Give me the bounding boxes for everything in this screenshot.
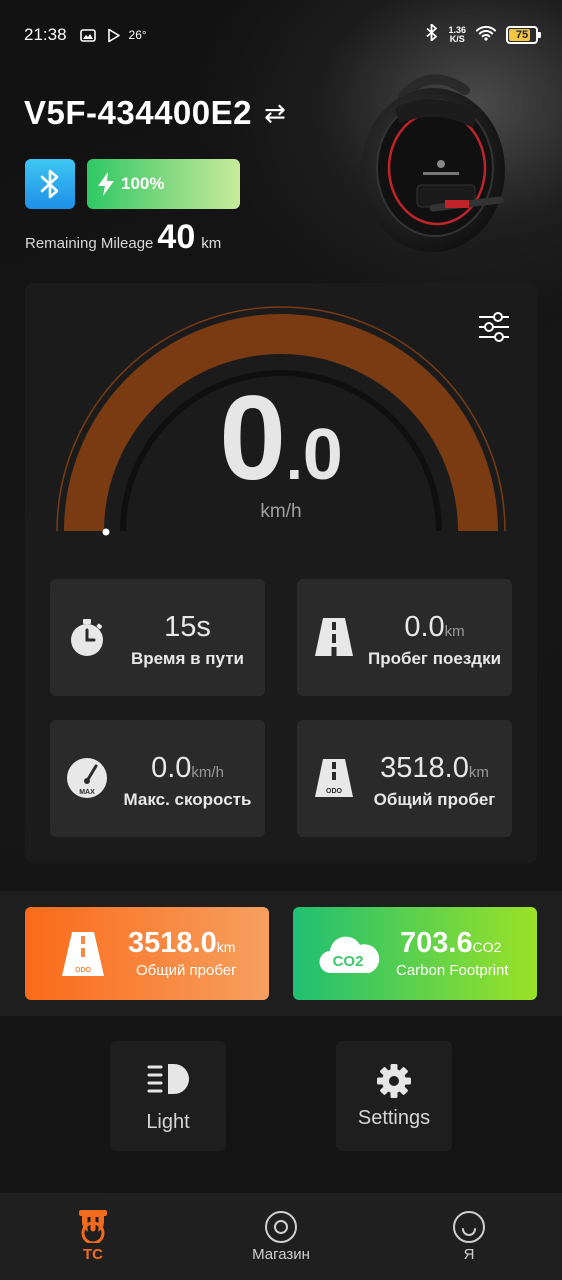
status-time: 21:38 xyxy=(24,25,67,44)
store-icon xyxy=(265,1211,297,1243)
stat-total-mileage-unit: km xyxy=(468,764,489,781)
network-speed-unit: K/S xyxy=(449,34,465,44)
stat-max-speed-label: Макс. скорость xyxy=(123,790,252,809)
stat-trip-mileage-unit: km xyxy=(444,623,465,640)
remaining-mileage-unit: km xyxy=(201,235,222,252)
vehicle-icon xyxy=(79,1210,107,1243)
speed-decimal: 0 xyxy=(302,415,343,495)
stat-total-mileage: ODO 3518.0km Общий пробег xyxy=(297,720,512,837)
remaining-mileage: Remaining Mileage 40 km xyxy=(25,218,221,257)
settings-button[interactable]: Settings xyxy=(336,1041,452,1151)
phone-battery-level: 75 xyxy=(515,29,529,41)
stat-trip-mileage-value: 0.0 xyxy=(404,611,445,643)
stat-trip-mileage: 0.0km Пробег поездки xyxy=(297,579,512,696)
vehicle-battery-indicator: 100% xyxy=(87,159,240,209)
speed-decimal-point: . xyxy=(286,425,303,492)
status-temperature: 26° xyxy=(128,28,147,42)
nav-item-tc[interactable]: TC xyxy=(23,1193,163,1280)
stat-ride-time-label: Время в пути xyxy=(131,649,244,668)
stat-ride-time-value: 15s xyxy=(164,611,211,643)
road-icon xyxy=(315,618,353,656)
switch-device-icon[interactable]: ⇄ xyxy=(264,98,286,129)
max-speed-gauge-icon: MAX xyxy=(67,758,107,798)
lightning-icon xyxy=(98,172,114,196)
nav-item-me[interactable]: Я xyxy=(399,1193,539,1280)
stat-ride-time: 15s Время в пути xyxy=(50,579,265,696)
carbon-footprint-label: Carbon Footprint xyxy=(396,962,509,979)
speed-card: 0 . 0 km/h 15s Время в пути 0.0km Пробег… xyxy=(25,283,537,863)
max-icon-text: MAX xyxy=(79,789,95,796)
current-speed: 0 . 0 xyxy=(25,378,537,498)
co2-icon-text: CO2 xyxy=(333,953,364,970)
gear-icon xyxy=(377,1064,411,1098)
total-mileage-card-value: 3518.0 xyxy=(128,927,217,959)
stat-max-speed-unit: km/h xyxy=(191,764,224,781)
bluetooth-icon xyxy=(40,169,59,199)
play-store-notification-icon xyxy=(105,28,123,42)
odo-icon-text: ODO xyxy=(326,788,343,795)
wifi-icon xyxy=(476,25,496,46)
stat-max-speed: MAX 0.0km/h Макс. скорость xyxy=(50,720,265,837)
filter-settings-icon[interactable] xyxy=(477,311,511,343)
stat-max-speed-value: 0.0 xyxy=(151,752,192,784)
total-mileage-card-unit: km xyxy=(216,939,236,955)
device-name: V5F-434400E2 xyxy=(24,94,252,131)
gauge-needle-dot xyxy=(102,528,110,536)
remaining-mileage-value: 40 xyxy=(157,218,196,256)
odometer-road-icon: ODO xyxy=(315,759,353,797)
odometer-road-icon: ODO xyxy=(62,932,104,976)
stat-total-mileage-value: 3518.0 xyxy=(380,752,469,784)
network-speed: 1.36 K/S xyxy=(448,26,466,44)
carbon-footprint-card[interactable]: CO2 703.6CO2 Carbon Footprint xyxy=(293,907,537,1000)
bluetooth-status-icon xyxy=(426,23,438,46)
bluetooth-connection-button[interactable] xyxy=(25,159,75,209)
light-button[interactable]: Light xyxy=(110,1041,226,1151)
app-screen: 21:38 26° 1.36 K/S 75 V5F-434400E2 ⇄ 100… xyxy=(0,0,562,1280)
profile-icon xyxy=(453,1211,485,1243)
settings-button-label: Settings xyxy=(357,1107,431,1129)
phone-battery-icon: 75 xyxy=(506,26,541,44)
vehicle-battery-percent: 100% xyxy=(121,174,165,193)
status-bar: 21:38 26° 1.36 K/S 75 xyxy=(0,0,562,70)
total-mileage-card-label: Общий пробег xyxy=(136,962,237,979)
carbon-footprint-value: 703.6 xyxy=(400,927,473,959)
bottom-navigation: TC Магазин Я xyxy=(0,1193,562,1280)
stopwatch-icon xyxy=(71,619,103,656)
nav-item-me-label: Я xyxy=(463,1246,475,1263)
remaining-mileage-label: Remaining Mileage xyxy=(25,235,154,252)
gallery-notification-icon xyxy=(79,28,97,42)
headlight-icon xyxy=(147,1064,189,1094)
speed-integer: 0 xyxy=(219,371,287,505)
nav-item-store-label: Магазин xyxy=(252,1246,310,1263)
status-right-group: 1.36 K/S 75 xyxy=(426,23,541,46)
nav-item-tc-label: TC xyxy=(83,1246,103,1263)
stat-total-mileage-label: Общий пробег xyxy=(373,790,496,809)
stat-trip-mileage-label: Пробег поездки xyxy=(367,649,502,668)
odo-card-icon-text: ODO xyxy=(75,967,92,974)
carbon-footprint-unit: CO2 xyxy=(472,939,502,955)
unicycle-image xyxy=(361,74,505,252)
nav-item-store[interactable]: Магазин xyxy=(211,1193,351,1280)
device-selector[interactable]: V5F-434400E2 ⇄ xyxy=(24,94,286,132)
co2-cloud-icon: CO2 xyxy=(319,936,380,974)
light-button-label: Light xyxy=(146,1111,190,1133)
speed-unit: km/h xyxy=(260,501,302,522)
total-mileage-card[interactable]: ODO 3518.0km Общий пробег xyxy=(25,907,269,1000)
